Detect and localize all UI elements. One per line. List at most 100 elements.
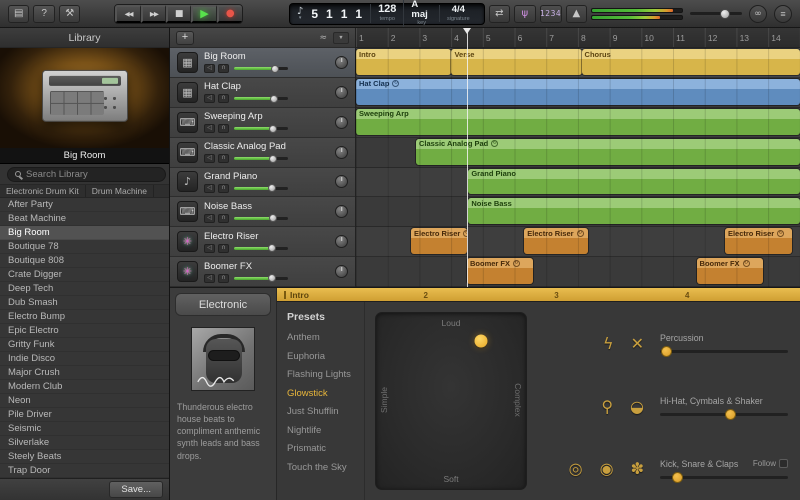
mute-button[interactable]: ◁ <box>204 154 215 164</box>
solo-button[interactable]: ∩ <box>218 154 229 164</box>
volume-slider[interactable] <box>234 124 288 133</box>
mute-button[interactable]: ◁ <box>204 183 215 193</box>
volume-slider[interactable] <box>234 274 288 283</box>
preset-item[interactable]: Prismatic <box>287 443 364 454</box>
slider-thumb[interactable] <box>725 409 737 420</box>
solo-button[interactable]: ∩ <box>218 243 229 253</box>
master-volume-thumb[interactable] <box>720 8 731 19</box>
time-signature-value[interactable]: 4/4 <box>452 5 465 15</box>
play-button[interactable]: ▶ <box>191 4 217 23</box>
lcd-mode-icon[interactable]: ♪ ▾ <box>297 6 303 21</box>
region[interactable]: Electro Riser↻ <box>411 228 468 255</box>
volume-thumb[interactable] <box>269 94 278 103</box>
volume-thumb[interactable] <box>267 274 276 283</box>
region[interactable]: Grand Piano <box>468 168 800 195</box>
library-item[interactable]: Boutique 808 <box>0 254 169 268</box>
volume-slider[interactable] <box>234 154 288 163</box>
library-item[interactable]: Modern Club <box>0 380 169 394</box>
pan-knob[interactable] <box>335 175 348 189</box>
volume-slider[interactable] <box>234 244 288 253</box>
slider-thumb[interactable] <box>671 471 683 483</box>
library-item[interactable]: Major Crush <box>0 366 169 380</box>
library-item[interactable]: Neon <box>0 394 169 408</box>
volume-thumb[interactable] <box>267 184 276 193</box>
volume-slider[interactable] <box>234 64 288 73</box>
volume-slider[interactable] <box>234 214 288 223</box>
cycle-button[interactable]: ⇄ <box>488 4 511 23</box>
search-input[interactable] <box>26 168 158 180</box>
track-header[interactable]: ♪ Grand Piano ◁ ∩ <box>170 167 355 198</box>
count-in-button[interactable]: 1234 <box>539 4 562 23</box>
library-item[interactable]: Trap Door <box>0 464 169 478</box>
solo-button[interactable]: ∩ <box>218 273 229 283</box>
region[interactable]: Sweeping Arp <box>356 108 800 135</box>
mute-button[interactable]: ◁ <box>204 243 215 253</box>
metronome-button[interactable]: ▲ <box>565 4 588 23</box>
volume-thumb[interactable] <box>270 64 279 73</box>
track-header[interactable]: ✳ Boomer FX ◁ ∩ <box>170 257 355 287</box>
save-button[interactable]: Save... <box>109 481 163 498</box>
preset-item[interactable]: Flashing Lights <box>287 369 364 380</box>
level-slider[interactable] <box>660 471 788 483</box>
record-button[interactable]: ● <box>216 4 242 23</box>
playhead-position[interactable]: 5 1 1 1 <box>311 7 362 21</box>
library-item[interactable]: Boutique 78 <box>0 240 169 254</box>
tools-button[interactable]: ⚒ <box>58 4 81 23</box>
region[interactable]: Classic Analog Pad ↻ <box>415 138 800 165</box>
region[interactable]: Intro <box>356 49 452 75</box>
volume-thumb[interactable] <box>268 124 277 133</box>
track-header[interactable]: ▦ Big Room ◁ ∩ <box>170 48 355 78</box>
volume-slider[interactable] <box>234 94 288 103</box>
mute-button[interactable]: ◁ <box>204 124 215 134</box>
pan-knob[interactable] <box>335 205 348 219</box>
library-item[interactable]: Indie Disco <box>0 352 169 366</box>
region[interactable]: Boomer FX ↻ <box>467 258 534 284</box>
region[interactable]: Hat Clap ↻ <box>356 78 800 105</box>
slider-thumb[interactable] <box>661 346 673 358</box>
xy-puck[interactable] <box>474 334 488 348</box>
level-slider[interactable] <box>660 346 788 358</box>
region[interactable]: Verse <box>451 49 582 75</box>
position-beat[interactable]: 1 <box>326 7 333 21</box>
timeline-ruler[interactable]: 1 2 3 4 5 6 7 8 9 10 11 12 13 14 <box>356 28 800 48</box>
position-tick[interactable]: 1 <box>355 7 362 21</box>
library-item[interactable]: Pile Driver <box>0 408 169 422</box>
library-item[interactable]: Epic Electro <box>0 324 169 338</box>
library-item[interactable]: Seismic <box>0 422 169 436</box>
xy-pad[interactable]: Loud Soft Simple Complex <box>375 312 527 490</box>
mute-button[interactable]: ◁ <box>204 273 215 283</box>
level-slider[interactable] <box>660 409 788 420</box>
track-header[interactable]: ⌨ Noise Bass ◁ ∩ <box>170 197 355 228</box>
quick-help-button[interactable]: ? <box>33 4 55 23</box>
library-item[interactable]: Steely Beats <box>0 450 169 464</box>
key-value[interactable]: A maj <box>411 0 432 19</box>
preset-item[interactable]: Just Shufflin <box>287 406 364 417</box>
pan-knob[interactable] <box>335 145 348 159</box>
tuner-button[interactable]: ψ <box>514 4 536 23</box>
library-item[interactable]: Deep Tech <box>0 282 169 296</box>
track-header[interactable]: ✳ Electro Riser ◁ ∩ <box>170 227 355 258</box>
media-browser-button[interactable]: ≡ <box>774 4 793 23</box>
lcd-display[interactable]: ♪ ▾ 5 1 1 1 128 tempo A maj key 4/4 sign… <box>288 0 485 27</box>
library-item[interactable]: Big Room <box>0 226 169 240</box>
preset-item[interactable]: Nightlife <box>287 425 364 436</box>
library-item[interactable]: Dub Smash <box>0 296 169 310</box>
pan-knob[interactable] <box>335 265 348 279</box>
mute-button[interactable]: ◁ <box>204 94 215 104</box>
mute-button[interactable]: ◁ <box>204 64 215 74</box>
library-item[interactable]: Beat Machine <box>0 212 169 226</box>
pan-knob[interactable] <box>335 85 348 99</box>
position-bar[interactable]: 5 <box>311 7 318 21</box>
region[interactable]: Boomer FX ↻ <box>696 258 763 284</box>
track-header[interactable]: ⌨ Sweeping Arp ◁ ∩ <box>170 107 355 138</box>
automation-icon[interactable]: ≈ <box>319 33 327 43</box>
track-header[interactable]: ▦ Hat Clap ◁ ∩ <box>170 77 355 108</box>
library-item[interactable]: Crate Digger <box>0 268 169 282</box>
region[interactable]: Chorus <box>581 49 800 75</box>
position-div[interactable]: 1 <box>341 7 348 21</box>
stop-button[interactable]: ■ <box>166 4 192 23</box>
tempo-value[interactable]: 128 <box>378 4 396 15</box>
track-options-dropdown[interactable]: ▼ <box>333 31 349 44</box>
library-item[interactable]: Silverlake <box>0 436 169 450</box>
breadcrumb-item[interactable]: Drum Machine <box>86 185 155 197</box>
